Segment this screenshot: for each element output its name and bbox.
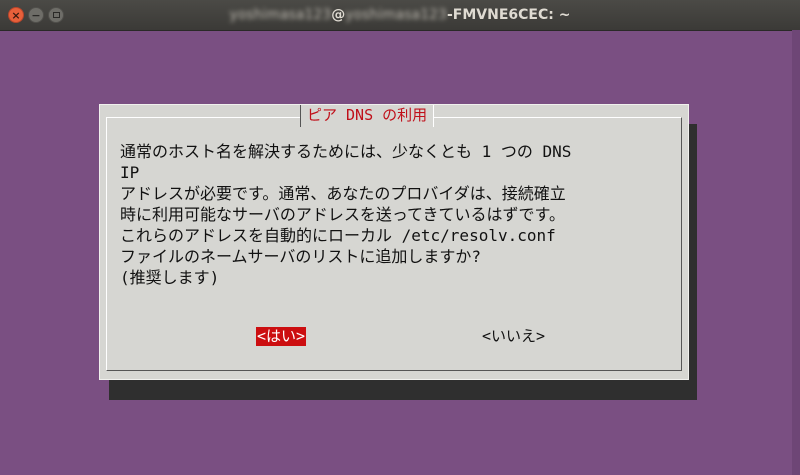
title-user-blurred: yoshimasa123 (229, 7, 332, 23)
message-line: 時に利用可能なサーバのアドレスを送ってきているはずです。 (120, 205, 565, 224)
terminal-window: × − yoshimasa123 @ yoshimasa123 -FMVNE6CEC:… (0, 0, 800, 475)
title-bar[interactable]: × − yoshimasa123 @ yoshimasa123 -FMVNE6CEC:… (0, 0, 800, 31)
no-button[interactable]: <いいえ> (481, 327, 546, 346)
message-line: これらのアドレスを自動的にローカル /etc/resolv.conf (120, 226, 556, 245)
dialog-box: ピア DNS の利用 通常のホスト名を解決するためには、少なくとも 1 つの D… (99, 104, 689, 380)
yes-button[interactable]: <はい> (256, 327, 307, 346)
message-line: IP (120, 163, 140, 182)
dialog-message: 通常のホスト名を解決するためには、少なくとも 1 つの DNS IP アドレスが… (120, 141, 680, 288)
message-line: アドレスが必要です。通常、あなたのプロバイダは、接続確立 (120, 184, 566, 203)
dialog-title: ピア DNS の利用 (300, 105, 435, 127)
title-at: @ (331, 7, 346, 23)
message-line: (推奨します) (120, 268, 220, 287)
title-suffix: -FMVNE6CEC: ~ (446, 7, 571, 23)
message-line: 通常のホスト名を解決するためには、少なくとも 1 つの DNS (120, 142, 572, 161)
title-host-blurred: yoshimasa123 (345, 7, 447, 23)
window-title: yoshimasa123 @ yoshimasa123 -FMVNE6CEC: ~ (0, 0, 800, 30)
window-edge (792, 30, 800, 475)
message-line: ファイルのネームサーバのリストに追加しますか? (120, 247, 481, 266)
